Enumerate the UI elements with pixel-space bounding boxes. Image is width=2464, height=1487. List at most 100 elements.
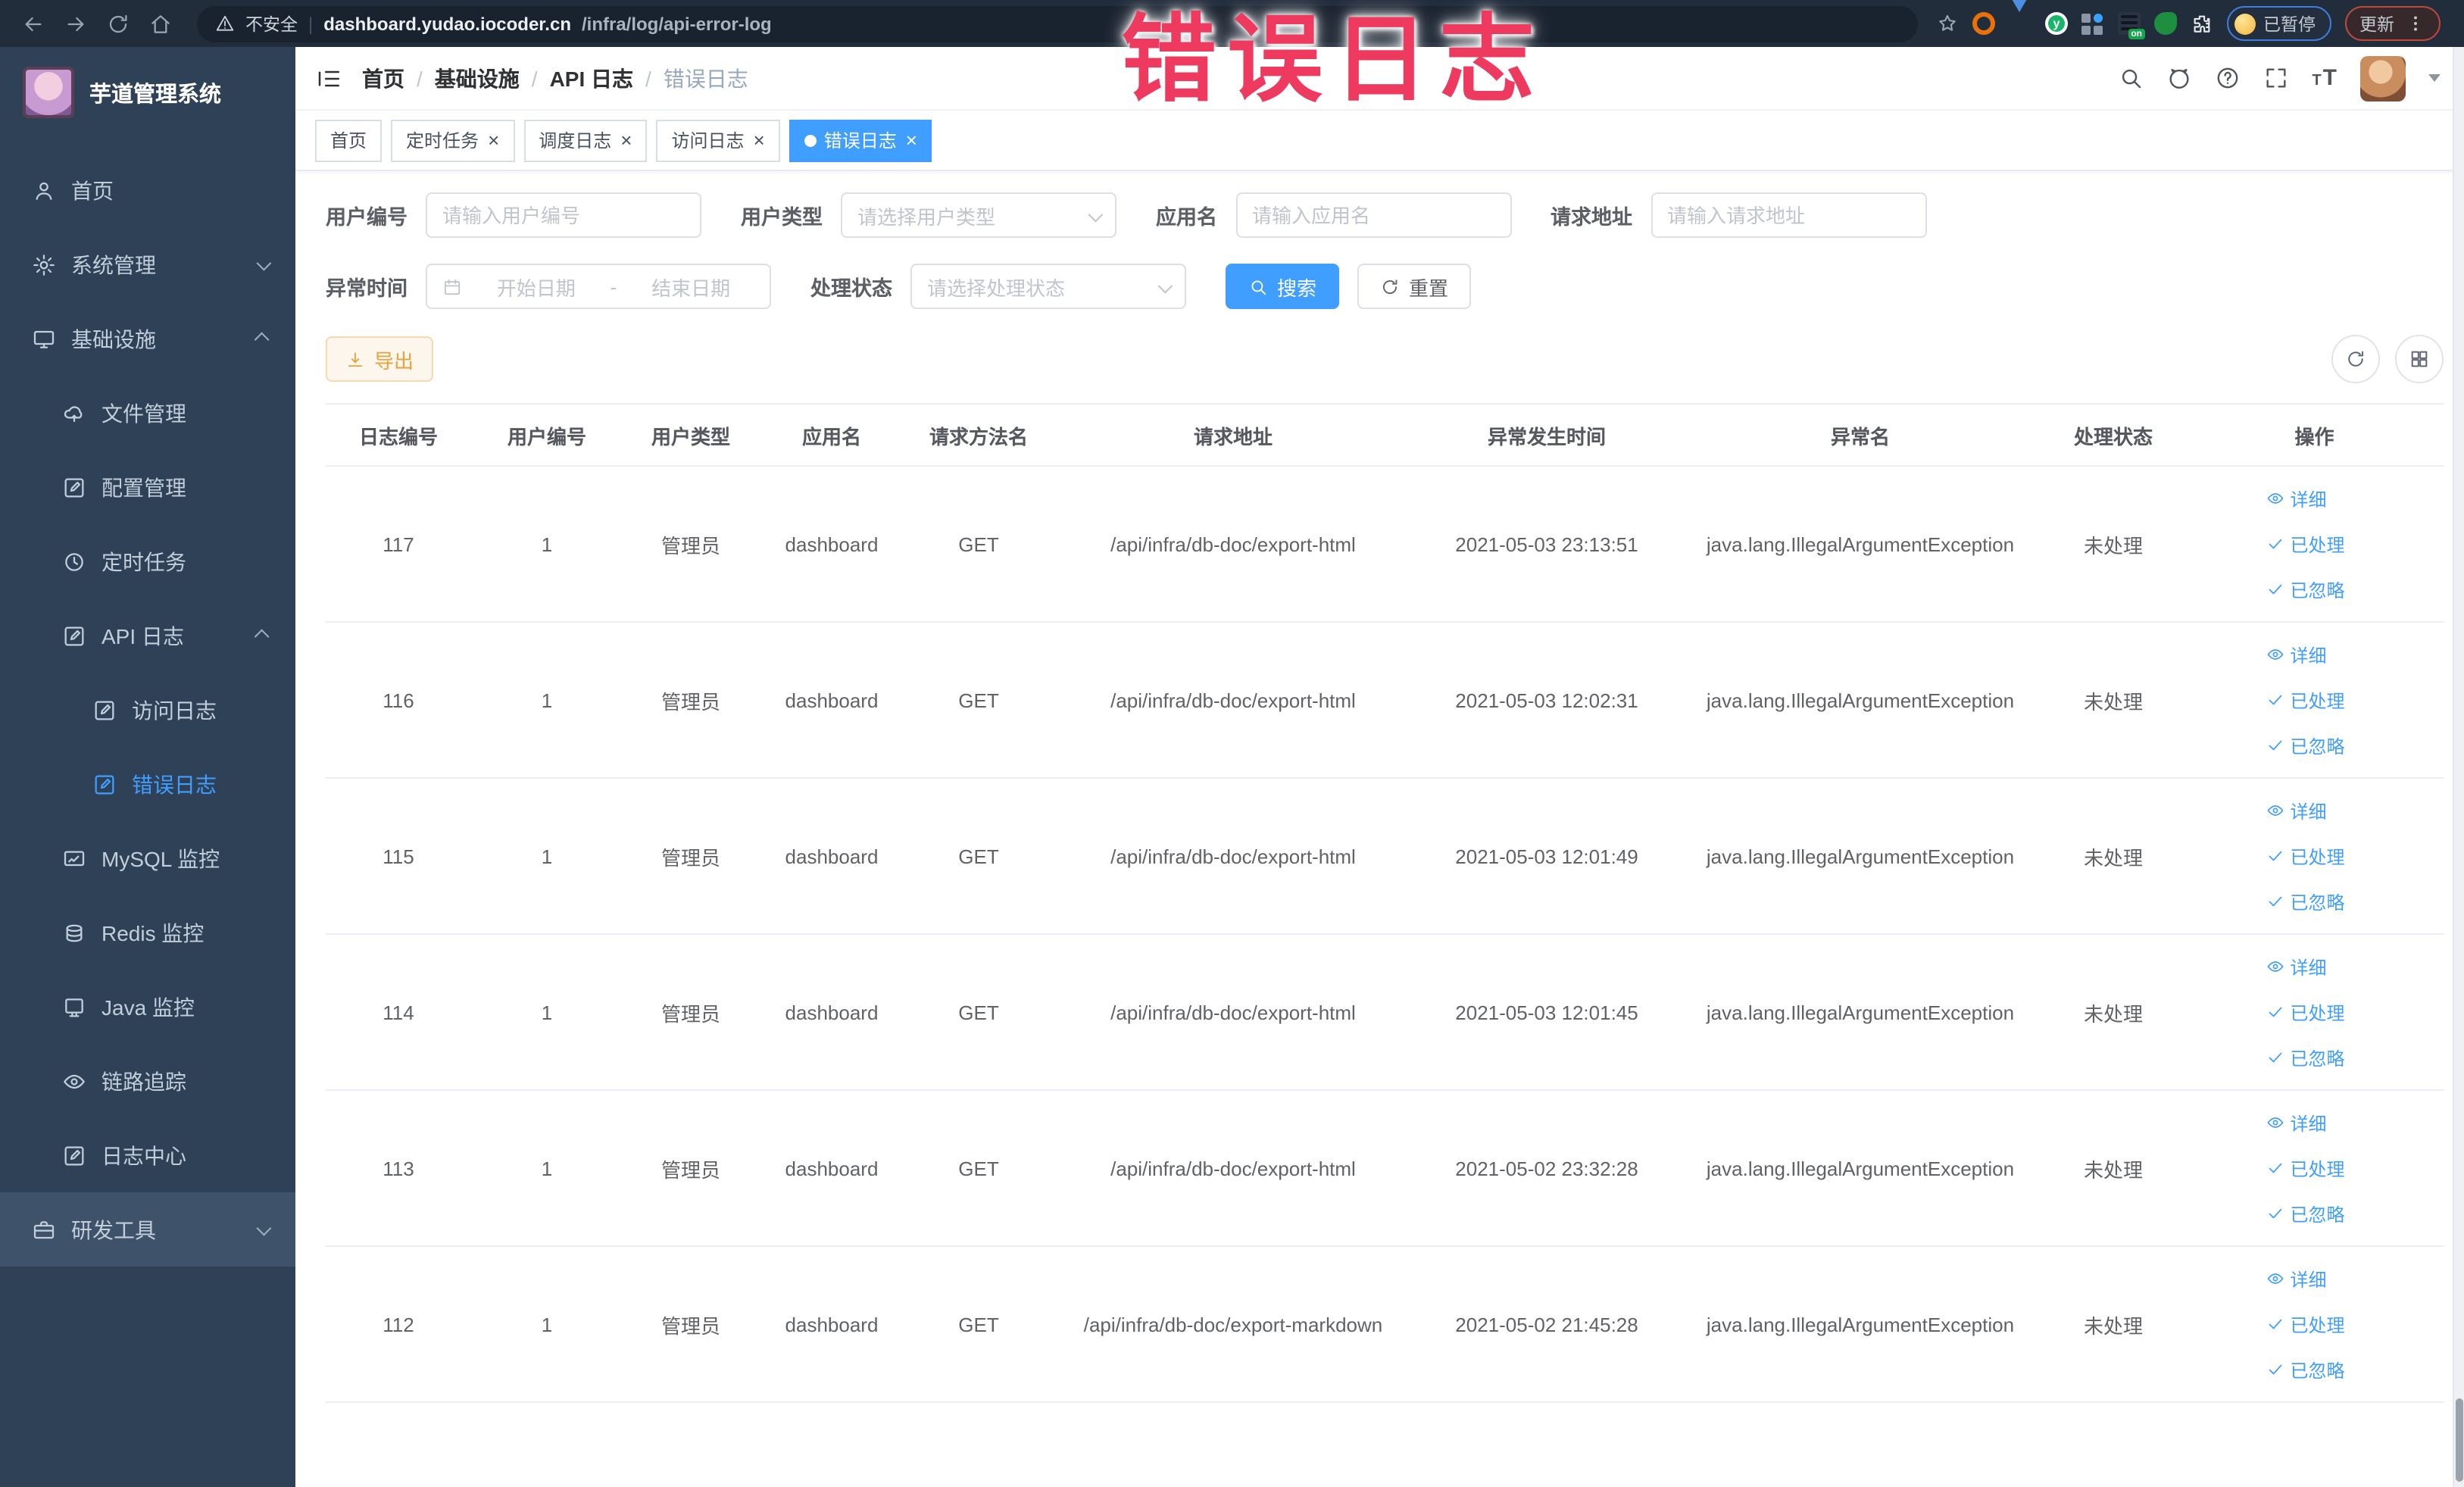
search-icon[interactable] — [2118, 65, 2144, 91]
breadcrumb-error-log: 错误日志 — [663, 66, 748, 90]
tab-home[interactable]: 首页 — [315, 119, 383, 161]
request-url-input[interactable] — [1650, 192, 1926, 238]
mark-processed-link[interactable]: 已处理 — [2266, 531, 2345, 557]
reset-button[interactable]: 重置 — [1357, 264, 1472, 309]
mark-ignored-link[interactable]: 已忽略 — [2266, 889, 2345, 914]
mark-processed-link[interactable]: 已处理 — [2266, 999, 2345, 1025]
mark-processed-link[interactable]: 已处理 — [2266, 1311, 2345, 1337]
edit-icon — [62, 1143, 86, 1167]
sidebar-collapse-icon[interactable] — [315, 64, 342, 92]
breadcrumb-infrastructure[interactable]: 基础设施 — [435, 63, 520, 93]
table-row: 113 1 管理员 dashboard GET /api/infra/db-do… — [326, 1090, 2443, 1247]
scrollbar-thumb[interactable] — [2456, 1398, 2463, 1481]
detail-link[interactable]: 详细 — [2266, 1266, 2327, 1292]
col-user-type: 用户类型 — [623, 403, 759, 467]
tab-scheduled-tasks[interactable]: 定时任务 × — [391, 119, 515, 161]
export-button[interactable]: 导出 — [326, 336, 434, 382]
bookmark-star-icon[interactable] — [1936, 12, 1959, 35]
extension-icon-grid[interactable] — [2081, 11, 2104, 36]
filter-row-2: 异常时间 开始日期 - 结束日期 处理状态 请选择处理状态 搜索 重置 — [326, 264, 2443, 309]
app-name-input[interactable] — [1235, 192, 1511, 238]
table-row: 117 1 管理员 dashboard GET /api/infra/db-do… — [326, 466, 2443, 623]
extensions-puzzle-icon[interactable] — [2191, 12, 2213, 35]
mark-ignored-link[interactable]: 已忽略 — [2266, 1357, 2345, 1382]
sidebar-item-api-log[interactable]: API 日志 — [0, 598, 295, 673]
user-avatar[interactable] — [2359, 55, 2405, 101]
browser-reload-icon[interactable] — [100, 5, 136, 42]
font-size-icon[interactable]: TT — [2312, 67, 2337, 89]
mark-processed-link[interactable]: 已处理 — [2266, 843, 2345, 869]
sidebar-item-trace[interactable]: 链路追踪 — [0, 1044, 295, 1118]
tab-schedule-log[interactable]: 调度日志 × — [523, 119, 648, 161]
browser-update-button[interactable]: 更新 — [2344, 6, 2440, 41]
app-window: 芋道管理系统 首页 系统管理 基础设施 文件管理 配置管理 定时任务 API 日… — [0, 47, 2464, 1487]
refresh-icon — [1380, 276, 1400, 296]
mark-processed-link[interactable]: 已处理 — [2266, 1155, 2345, 1181]
tab-access-log[interactable]: 访问日志 × — [656, 119, 780, 161]
sidebar: 芋道管理系统 首页 系统管理 基础设施 文件管理 配置管理 定时任务 API 日… — [0, 47, 295, 1487]
app-logo-row[interactable]: 芋道管理系统 — [0, 47, 295, 132]
mark-ignored-link[interactable]: 已忽略 — [2266, 576, 2345, 602]
sidebar-item-redis-monitor[interactable]: Redis 监控 — [0, 895, 295, 970]
browser-menu-dots-icon[interactable] — [2405, 14, 2425, 33]
address-bar[interactable]: 不安全 | dashboard.yudao.iocoder.cn/infra/l… — [197, 5, 1918, 42]
user-type-select[interactable]: 请选择用户类型 — [841, 192, 1116, 238]
url-path: /infra/log/api-error-log — [582, 13, 772, 34]
help-icon[interactable] — [2215, 65, 2241, 91]
extension-icon-switch[interactable]: on — [2118, 12, 2145, 39]
browser-home-icon[interactable] — [142, 5, 179, 42]
table-toolbar: 导出 — [326, 335, 2443, 383]
sidebar-item-log-center[interactable]: 日志中心 — [0, 1118, 295, 1192]
user-id-input[interactable] — [426, 192, 701, 238]
fullscreen-icon[interactable] — [2263, 65, 2289, 91]
breadcrumb-home[interactable]: 首页 — [362, 63, 404, 93]
sidebar-item-dev-tools[interactable]: 研发工具 — [0, 1192, 295, 1267]
sidebar-item-system-management[interactable]: 系统管理 — [0, 227, 295, 301]
process-status-select[interactable]: 请选择处理状态 — [910, 264, 1186, 309]
extension-icon-leaf[interactable] — [2154, 12, 2177, 35]
detail-link[interactable]: 详细 — [2266, 642, 2327, 667]
sidebar-item-scheduled-tasks[interactable]: 定时任务 — [0, 524, 295, 598]
profile-paused-badge[interactable]: 已暂停 — [2227, 6, 2331, 41]
app-logo — [23, 67, 74, 118]
refresh-table-button[interactable] — [2331, 335, 2379, 383]
detail-link[interactable]: 详细 — [2266, 1110, 2327, 1136]
mark-ignored-link[interactable]: 已忽略 — [2266, 1201, 2345, 1226]
close-icon[interactable]: × — [620, 130, 632, 150]
col-user-id: 用户编号 — [471, 403, 623, 467]
close-icon[interactable]: × — [754, 130, 765, 150]
mark-ignored-link[interactable]: 已忽略 — [2266, 733, 2345, 758]
sidebar-item-config-management[interactable]: 配置管理 — [0, 450, 295, 524]
browser-forward-icon[interactable] — [58, 5, 94, 42]
extension-on-badge: on — [2128, 29, 2145, 39]
sidebar-item-infrastructure[interactable]: 基础设施 — [0, 301, 295, 376]
avatar-caret-down-icon[interactable] — [2428, 74, 2440, 82]
github-icon[interactable] — [2166, 65, 2192, 91]
sidebar-item-mysql-monitor[interactable]: MySQL 监控 — [0, 821, 295, 895]
exception-time-range-picker[interactable]: 开始日期 - 结束日期 — [426, 264, 771, 309]
eye-icon — [2266, 1270, 2284, 1288]
detail-link[interactable]: 详细 — [2266, 798, 2327, 823]
close-icon[interactable]: × — [488, 130, 499, 150]
extension-icon-shield[interactable] — [2009, 0, 2031, 38]
browser-back-icon[interactable] — [15, 5, 52, 42]
detail-link[interactable]: 详细 — [2266, 954, 2327, 979]
mark-ignored-link[interactable]: 已忽略 — [2266, 1045, 2345, 1070]
sidebar-item-error-log[interactable]: 错误日志 — [0, 747, 295, 821]
extension-icon-orange[interactable] — [1972, 12, 1995, 35]
sidebar-item-file-management[interactable]: 文件管理 — [0, 376, 295, 450]
sidebar-item-access-log[interactable]: 访问日志 — [0, 673, 295, 747]
search-button[interactable]: 搜索 — [1226, 264, 1340, 309]
detail-link[interactable]: 详细 — [2266, 486, 2327, 511]
extension-icon-green-y[interactable]: y — [2045, 12, 2068, 35]
sidebar-item-home[interactable]: 首页 — [0, 153, 295, 227]
mark-processed-link[interactable]: 已处理 — [2266, 687, 2345, 713]
table-row: 114 1 管理员 dashboard GET /api/infra/db-do… — [326, 934, 2443, 1091]
breadcrumb-api-log[interactable]: API 日志 — [550, 63, 633, 93]
tab-error-log[interactable]: 错误日志 × — [789, 119, 932, 161]
check-icon — [2266, 1003, 2284, 1021]
close-icon[interactable]: × — [906, 130, 917, 150]
page-scrollbar[interactable] — [2452, 47, 2464, 1487]
column-settings-button[interactable] — [2394, 335, 2443, 383]
sidebar-item-java-monitor[interactable]: Java 监控 — [0, 970, 295, 1044]
